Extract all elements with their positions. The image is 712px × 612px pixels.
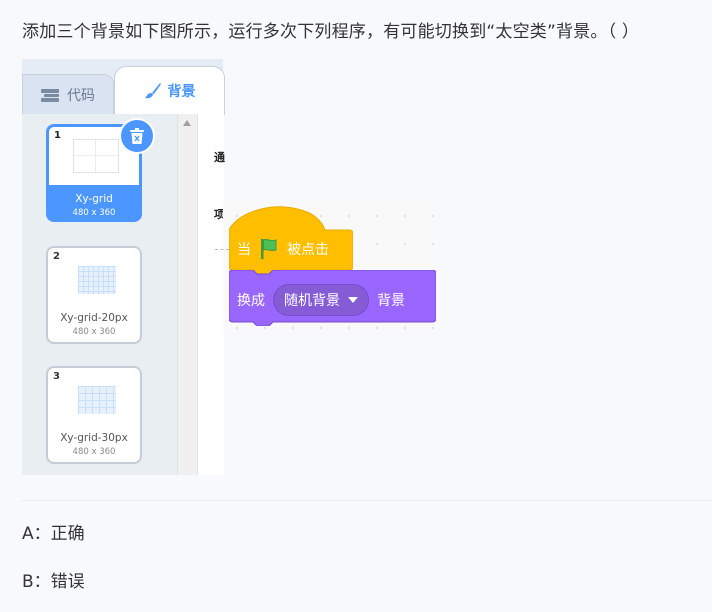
tab-code[interactable]: 代码: [22, 74, 114, 115]
grid-thumbnail: [78, 386, 116, 414]
backdrop-dropdown[interactable]: 随机背景: [273, 284, 369, 316]
divider: [22, 500, 712, 501]
caret-down-icon: [348, 297, 358, 303]
trash-icon: [130, 128, 144, 144]
backdrop-number: 3: [53, 371, 60, 382]
paintbrush-icon: [144, 83, 161, 99]
backdrop-name: Xy-grid: [75, 193, 113, 205]
backdrop-size: 480 x 360: [72, 447, 116, 457]
edge-char: 通: [214, 151, 225, 164]
tab-backdrops-label: 背景: [167, 84, 196, 100]
grid-thumbnail: [78, 266, 116, 294]
switch-suffix: 背景: [377, 293, 405, 309]
grid-thumbnail: [73, 139, 119, 173]
backdrop-name: Xy-grid-30px: [60, 432, 128, 444]
backdrop-card-3[interactable]: 3 Xy-grid-30px 480 x 360: [46, 366, 142, 464]
hat-suffix: 被点击: [287, 242, 329, 258]
backdrop-card-2[interactable]: 2 Xy-grid-20px 480 x 360: [46, 246, 142, 344]
switch-prefix: 换成: [237, 293, 265, 309]
scroll-up-arrow[interactable]: [183, 120, 191, 126]
backdrop-number: 2: [53, 251, 60, 262]
backdrop-name: Xy-grid-20px: [60, 312, 128, 324]
backdrop-panel: 代码 背景 通 项 1 Xy-grid 480 x 360 2 Xy-grid-…: [22, 59, 225, 475]
option-b[interactable]: B：错误: [22, 567, 85, 592]
delete-button[interactable]: [119, 118, 155, 154]
backdrop-size: 480 x 360: [72, 327, 116, 337]
backdrop-number: 1: [54, 130, 61, 141]
dropdown-value: 随机背景: [284, 293, 340, 309]
option-a[interactable]: A：正确: [22, 519, 85, 544]
when-flag-clicked-block[interactable]: 当 被点击: [229, 206, 353, 274]
tab-code-label: 代码: [67, 88, 95, 104]
divider-line: [215, 249, 229, 250]
tab-backdrops[interactable]: 背景: [114, 66, 225, 115]
scrollbar[interactable]: [177, 114, 198, 475]
question-text: 添加三个背景如下图所示，运行多次下列程序，有可能切换到“太空类”背景。（ ）: [22, 22, 640, 42]
blocks-icon: [41, 89, 59, 102]
backdrop-size: 480 x 360: [72, 208, 116, 218]
stage-edge: 通 项: [197, 114, 225, 475]
hat-prefix: 当: [237, 242, 251, 258]
scratch-screenshot: 代码 背景 通 项 1 Xy-grid 480 x 360 2 Xy-grid-…: [22, 59, 436, 475]
switch-backdrop-block[interactable]: 换成 随机背景 背景: [229, 270, 436, 326]
green-flag-icon: [261, 238, 277, 259]
